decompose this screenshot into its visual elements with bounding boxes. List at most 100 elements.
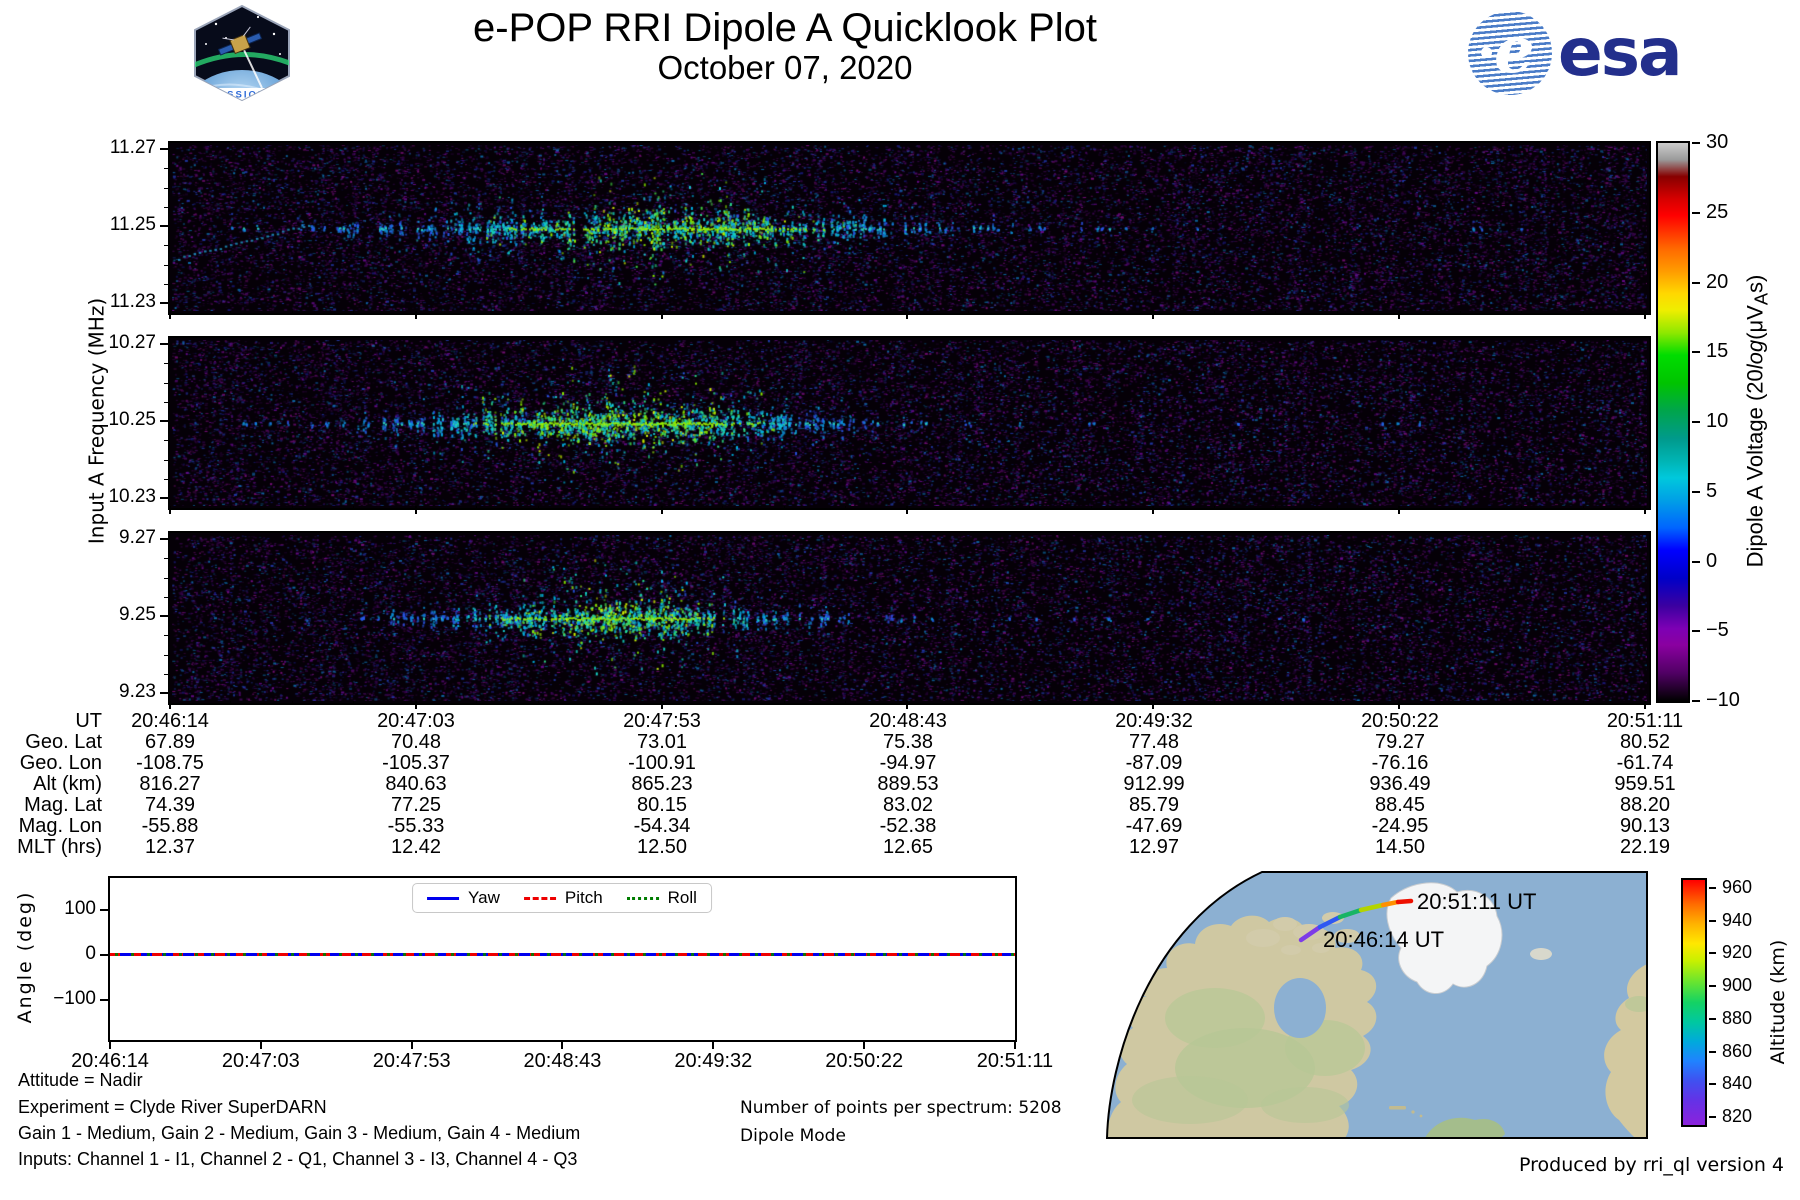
cbar-tick-mark — [1692, 282, 1700, 284]
x-tick-mark — [1398, 311, 1400, 319]
angle-axis-label: Angle (deg) — [15, 891, 35, 1024]
ephemeris-cell: 20:48:43 — [823, 711, 993, 732]
cassiope-label: CASSIOPE — [209, 90, 274, 101]
ephemeris-cell: 88.45 — [1315, 795, 1485, 816]
ephemeris-cell: 22.19 — [1560, 837, 1730, 858]
ephemeris-cell: 85.79 — [1069, 795, 1239, 816]
ephemeris-cell: -76.16 — [1315, 753, 1485, 774]
x-tick-mark — [538, 311, 539, 315]
ephemeris-cell: -61.74 — [1560, 753, 1730, 774]
ephemeris-cell: 14.50 — [1315, 837, 1485, 858]
ephemeris-cell: 67.89 — [85, 732, 255, 753]
y-tick-mark — [160, 420, 168, 422]
cbar-tick-mark — [1692, 491, 1700, 493]
x-tick-mark — [599, 701, 600, 705]
y-tick-mark — [160, 692, 168, 694]
x-tick-mark — [353, 701, 354, 705]
voltage-colorbar-label-part: log — [1742, 340, 1767, 369]
alt-cbar-tick-label: 940 — [1722, 911, 1770, 930]
x-tick-mark — [292, 701, 293, 705]
annotation-center-1: Number of points per spectrum: 5208 — [740, 1099, 1062, 1117]
roll-line — [115, 953, 1020, 956]
ephemeris-cell: 80.15 — [577, 795, 747, 816]
angle-x-tick-mark — [260, 1042, 262, 1049]
x-tick-mark — [1091, 701, 1092, 705]
x-tick-mark — [538, 506, 539, 510]
x-tick-mark — [1091, 311, 1092, 315]
alt-cbar-tick-mark — [1709, 1083, 1716, 1085]
x-tick-mark — [1521, 506, 1522, 510]
angle-x-tick-label: 20:49:32 — [643, 1051, 783, 1072]
alt-cbar-tick-label: 920 — [1722, 943, 1770, 962]
ephemeris-cell: 20:50:22 — [1315, 711, 1485, 732]
ephemeris-cell: 12.50 — [577, 837, 747, 858]
x-tick-mark — [1029, 311, 1030, 315]
y-minor-tick — [164, 188, 168, 189]
ephemeris-cell: 889.53 — [823, 774, 993, 795]
spectrogram-canvas-3 — [172, 535, 1647, 701]
angle-x-tick-mark — [561, 1042, 563, 1049]
angle-data-line — [110, 953, 1015, 957]
legend-label: Roll — [668, 889, 697, 907]
y-minor-tick — [164, 168, 168, 169]
x-tick-mark — [599, 506, 600, 510]
y-tick-mark — [160, 148, 168, 150]
x-tick-mark — [353, 311, 354, 315]
cbar-tick-label: 30 — [1706, 132, 1766, 153]
y-tick-mark — [160, 343, 168, 345]
x-tick-mark — [1583, 311, 1584, 315]
x-tick-mark — [415, 701, 417, 709]
angle-x-tick-mark — [411, 1042, 413, 1049]
angle-y-tick-label: −100 — [32, 989, 96, 1009]
cbar-tick-label: −10 — [1706, 690, 1766, 711]
ephemeris-cell: 20:46:14 — [85, 711, 255, 732]
ephemeris-cell: 79.27 — [1315, 732, 1485, 753]
ephemeris-cell: 70.48 — [331, 732, 501, 753]
y-tick-mark — [160, 302, 168, 304]
y-minor-tick — [164, 460, 168, 461]
x-tick-mark — [1275, 311, 1276, 315]
angle-y-tick-mark — [100, 954, 108, 956]
angle-x-tick-mark — [712, 1042, 714, 1049]
cbar-tick-mark — [1692, 630, 1700, 632]
x-tick-mark — [1091, 506, 1092, 510]
alt-cbar-tick-mark — [1709, 1051, 1716, 1053]
cbar-tick-label: 25 — [1706, 202, 1766, 223]
x-tick-mark — [415, 506, 417, 514]
ephemeris-cell: 83.02 — [823, 795, 993, 816]
angle-y-tick-mark — [100, 909, 108, 911]
legend-label: Pitch — [565, 889, 603, 907]
x-tick-mark — [1644, 701, 1646, 709]
angle-x-tick-mark — [1014, 1042, 1016, 1049]
ephemeris-cell: 959.51 — [1560, 774, 1730, 795]
x-tick-mark — [230, 506, 231, 510]
y-tick-mark — [160, 615, 168, 617]
y-tick-label: 11.25 — [94, 215, 156, 235]
ephemeris-cell: 816.27 — [85, 774, 255, 795]
x-tick-mark — [1214, 506, 1215, 510]
spectrogram-panel-2 — [168, 336, 1651, 510]
altitude-colorbar-label: Altitude (km) — [1768, 940, 1788, 1065]
x-tick-mark — [661, 311, 663, 319]
ephemeris-cell: 20:47:53 — [577, 711, 747, 732]
x-tick-mark — [1460, 311, 1461, 315]
x-tick-mark — [292, 506, 293, 510]
esa-star-dot — [1481, 47, 1492, 58]
map-art: 20:46:14 UT 20:51:11 UT — [1095, 868, 1655, 1140]
x-tick-mark — [169, 506, 171, 514]
x-tick-mark — [722, 311, 723, 315]
x-tick-mark — [169, 311, 171, 319]
freq-axis-label: Input A Frequency (MHz) — [87, 298, 108, 544]
alt-cbar-tick-mark — [1709, 887, 1716, 889]
ephemeris-cell: 12.65 — [823, 837, 993, 858]
angle-x-tick-label: 20:48:43 — [492, 1051, 632, 1072]
x-tick-mark — [1398, 701, 1400, 709]
cbar-tick-mark — [1692, 700, 1700, 702]
x-tick-mark — [1460, 701, 1461, 705]
x-tick-mark — [906, 701, 908, 709]
ephemeris-cell: -54.34 — [577, 816, 747, 837]
ephemeris-cell: -100.91 — [577, 753, 747, 774]
y-minor-tick — [164, 479, 168, 480]
voltage-colorbar — [1656, 141, 1690, 703]
x-tick-mark — [661, 506, 663, 514]
